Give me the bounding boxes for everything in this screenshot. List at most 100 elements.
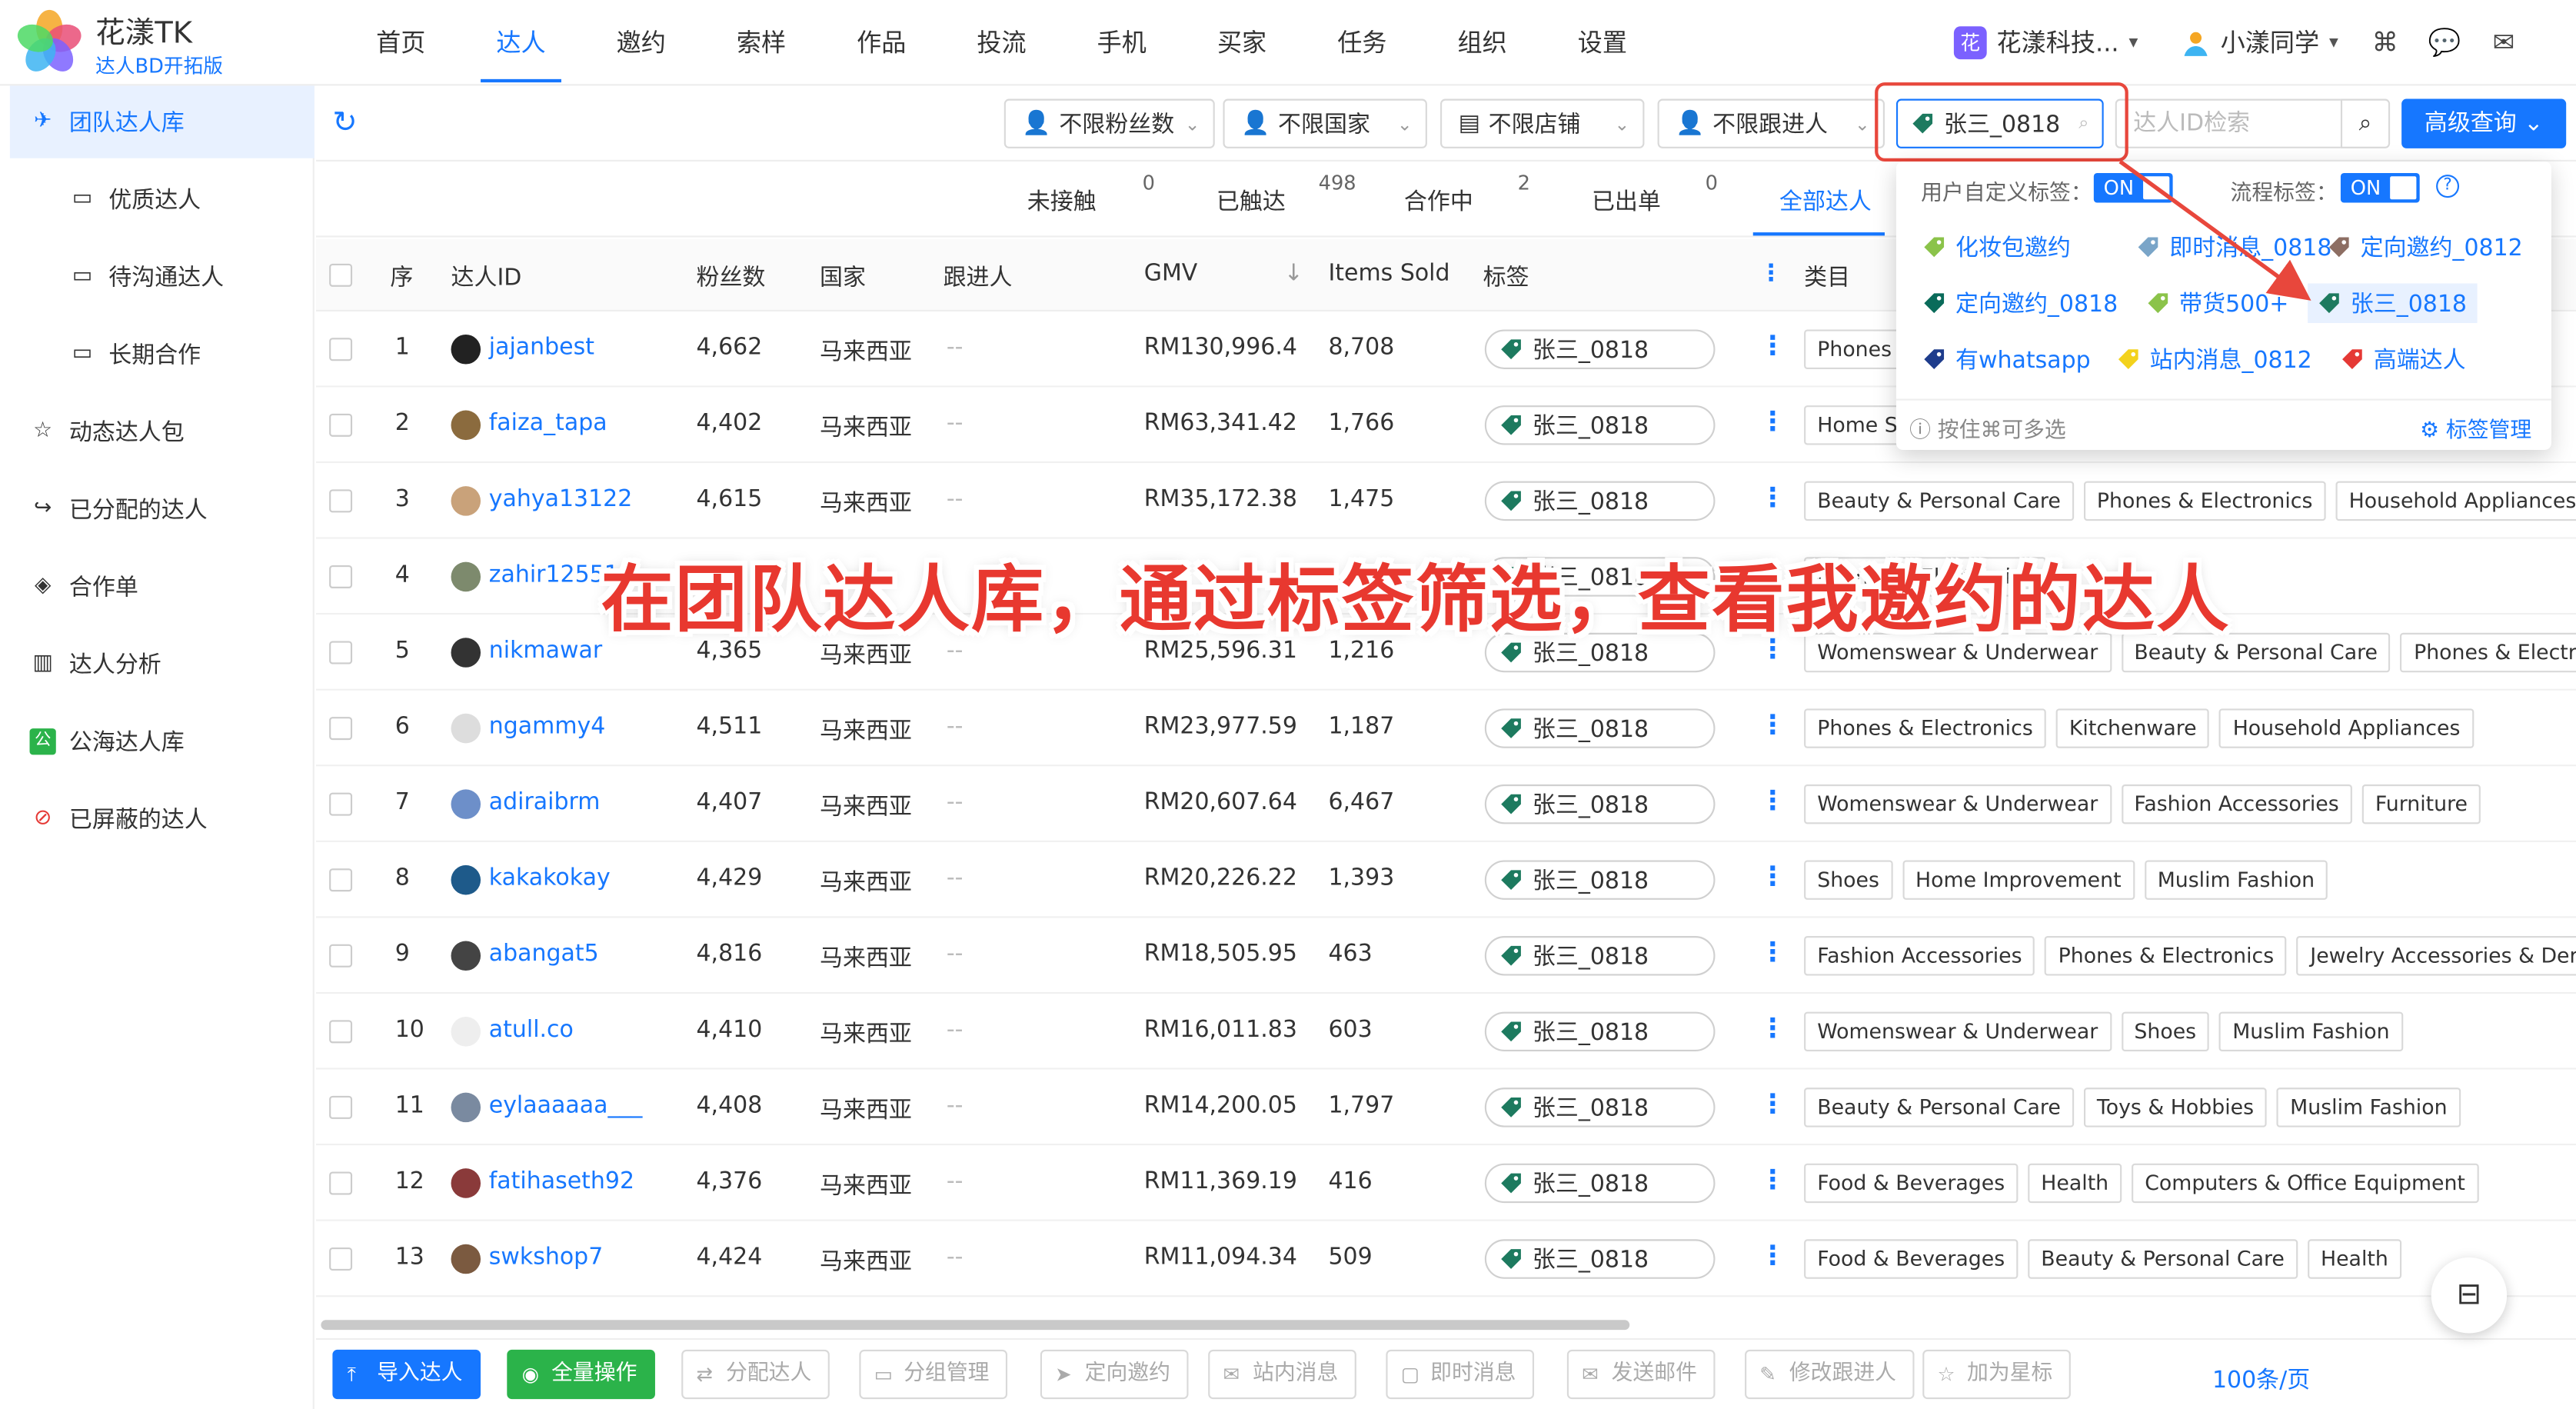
tab-cooperating[interactable]: 合作中: [1404, 185, 1473, 218]
row-checkbox[interactable]: [329, 944, 353, 968]
more-actions-icon[interactable]: ⋮: [1759, 708, 1786, 740]
row-checkbox[interactable]: [329, 1020, 353, 1044]
column-settings-icon[interactable]: ⋮: [1759, 261, 1782, 287]
table-row[interactable]: 12 fatihaseth92 4,376 马来西亚 -- RM11,369.19 416 张…: [315, 1145, 2576, 1221]
creator-id-link[interactable]: nikmawar: [489, 638, 602, 664]
nav-phone[interactable]: 手机: [1062, 0, 1182, 85]
mail-icon[interactable]: ✉: [2485, 25, 2521, 61]
nav-org[interactable]: 组织: [1422, 0, 1542, 85]
targeted-invite-button[interactable]: ➤ 定向邀约: [1040, 1349, 1189, 1400]
sidebar-item-pending[interactable]: ▭ 待沟通达人: [10, 241, 315, 313]
table-row[interactable]: 7 adiraibrm 4,407 马来西亚 -- RM20,607.64 6,467 张三_…: [315, 766, 2576, 842]
store-filter[interactable]: ▤ 不限店铺 ⌄: [1440, 98, 1645, 148]
creator-id-link[interactable]: fatihaseth92: [489, 1168, 634, 1194]
tag-management-link[interactable]: ⚙ 标签管理: [2420, 412, 2531, 443]
creator-id-search-input[interactable]: 达人ID检索: [2115, 98, 2341, 148]
sidebar-item-quality[interactable]: ▭ 优质达人: [10, 163, 315, 235]
tag-option[interactable]: 定向邀约_0818: [1912, 284, 2128, 323]
creator-id-link[interactable]: kakakokay: [489, 865, 611, 891]
creator-id-link[interactable]: zahir12551: [489, 562, 619, 588]
col-gmv[interactable]: GMV: [1144, 261, 1198, 287]
row-checkbox[interactable]: [329, 489, 353, 513]
add-star-button[interactable]: ☆ 加为星标: [1922, 1349, 2071, 1400]
row-checkbox[interactable]: [329, 717, 353, 741]
tag-option[interactable]: 高端达人: [2331, 339, 2475, 378]
tag-pill[interactable]: 张三_0818: [1484, 1163, 1716, 1204]
tag-pill[interactable]: 张三_0818: [1484, 1239, 1716, 1279]
refresh-icon[interactable]: ↻: [332, 105, 357, 140]
row-checkbox[interactable]: [329, 565, 353, 588]
more-actions-icon[interactable]: ⋮: [1759, 1088, 1786, 1119]
sidebar-item-assigned[interactable]: ↪ 已分配的达人: [10, 473, 315, 545]
row-checkbox[interactable]: [329, 868, 353, 892]
help-icon[interactable]: ?: [2436, 175, 2460, 198]
nav-home[interactable]: 首页: [341, 0, 461, 85]
org-switcher[interactable]: 花 花漾科技... ▾: [1953, 25, 2138, 59]
chat-icon[interactable]: 💬: [2426, 25, 2462, 61]
tag-option[interactable]: 有whatsapp: [1912, 339, 2100, 378]
sidebar-item-orders[interactable]: ◈ 合作单: [10, 551, 315, 623]
table-row[interactable]: 9 abangat5 4,816 马来西亚 -- RM18,505.95 463 张三_081…: [315, 918, 2576, 994]
creator-id-link[interactable]: yahya13122: [489, 486, 633, 512]
col-items-sold[interactable]: Items Sold: [1328, 261, 1449, 287]
tag-pill[interactable]: 张三_0818: [1484, 405, 1716, 445]
bulk-operation-button[interactable]: ◉ 全量操作: [507, 1349, 655, 1400]
horizontal-scrollbar[interactable]: [321, 1320, 1630, 1331]
more-actions-icon[interactable]: ⋮: [1759, 1239, 1786, 1271]
tag-option[interactable]: 即时消息_0818: [2127, 228, 2342, 267]
nav-settings[interactable]: 设置: [1543, 0, 1662, 85]
more-actions-icon[interactable]: ⋮: [1759, 784, 1786, 816]
sidebar-item-analysis[interactable]: ▥ 达人分析: [10, 628, 315, 700]
tag-option[interactable]: 带货500+: [2136, 284, 2298, 323]
tab-all-creators[interactable]: 全部达人: [1779, 185, 1872, 218]
search-button[interactable]: ⌕: [2340, 98, 2391, 148]
tab-reached[interactable]: 已触达: [1216, 185, 1286, 218]
sidebar-item-long-term[interactable]: ▭ 长期合作: [10, 318, 315, 391]
row-checkbox[interactable]: [329, 1247, 353, 1271]
assign-creators-button[interactable]: ⇄ 分配达人: [681, 1349, 830, 1400]
row-checkbox[interactable]: [329, 641, 353, 665]
sidebar-item-dynamic-pack[interactable]: ☆ 动态达人包: [10, 395, 315, 468]
creator-id-link[interactable]: jajanbest: [489, 335, 594, 361]
owner-filter[interactable]: 👤 不限跟进人 ⌄: [1657, 98, 1885, 148]
nav-creators[interactable]: 达人: [461, 0, 581, 85]
table-row[interactable]: 3 yahya13122 4,615 马来西亚 -- RM35,172.38 1,475 张三…: [315, 463, 2576, 539]
more-actions-icon[interactable]: ⋮: [1759, 936, 1786, 968]
sidebar-item-public-pool[interactable]: 公 公海达人库: [10, 705, 315, 778]
send-email-button[interactable]: ✉ 发送邮件: [1566, 1349, 1716, 1400]
more-actions-icon[interactable]: ⋮: [1759, 330, 1786, 361]
sort-desc-icon[interactable]: ↓: [1284, 261, 1303, 287]
creator-id-link[interactable]: ngammy4: [489, 714, 606, 740]
advanced-query-button[interactable]: 高级查询 ⌄: [2401, 98, 2567, 148]
followers-filter[interactable]: 👤 不限粉丝数 ⌄: [1003, 98, 1215, 148]
more-actions-icon[interactable]: ⋮: [1759, 1012, 1786, 1044]
creator-id-link[interactable]: abangat5: [489, 941, 599, 967]
custom-tags-toggle[interactable]: ON: [2093, 172, 2173, 203]
col-fans[interactable]: 粉丝数: [696, 261, 765, 294]
nav-works[interactable]: 作品: [821, 0, 941, 85]
group-manage-button[interactable]: ▭ 分组管理: [859, 1349, 1008, 1400]
table-row[interactable]: 8 kakakokay 4,429 马来西亚 -- RM20,226.22 1,393 张三_…: [315, 841, 2576, 918]
tab-uncontacted[interactable]: 未接触: [1027, 185, 1097, 218]
tag-pill[interactable]: 张三_0818: [1484, 784, 1716, 824]
creator-id-link[interactable]: faiza_tapa: [489, 411, 607, 437]
more-actions-icon[interactable]: ⋮: [1759, 481, 1786, 513]
tag-pill[interactable]: 张三_0818: [1484, 329, 1716, 369]
creator-id-link[interactable]: swkshop7: [489, 1244, 604, 1271]
flow-tags-toggle[interactable]: ON: [2340, 172, 2420, 203]
country-filter[interactable]: 👤 不限国家 ⌄: [1223, 98, 1427, 148]
nav-buyers[interactable]: 买家: [1182, 0, 1302, 85]
tag-pill[interactable]: 张三_0818: [1484, 708, 1716, 748]
sidebar-item-team-library[interactable]: ✈ 团队达人库: [9, 85, 315, 158]
select-all-checkbox[interactable]: [329, 263, 353, 287]
nav-ads[interactable]: 投流: [941, 0, 1061, 85]
row-checkbox[interactable]: [329, 338, 353, 361]
tab-ordered[interactable]: 已出单: [1592, 185, 1661, 218]
nav-invite[interactable]: 邀约: [581, 0, 701, 85]
tag-option[interactable]: 站内消息_0812: [2107, 339, 2322, 378]
tag-option[interactable]: 张三_0818: [2308, 283, 2477, 323]
nav-tasks[interactable]: 任务: [1302, 0, 1422, 85]
table-row[interactable]: 10 atull.co 4,410 马来西亚 -- RM16,011.83 603 张三_08…: [315, 994, 2576, 1070]
page-size-select[interactable]: 100条/页: [2212, 1363, 2310, 1396]
creator-id-link[interactable]: adiraibrm: [489, 789, 601, 815]
